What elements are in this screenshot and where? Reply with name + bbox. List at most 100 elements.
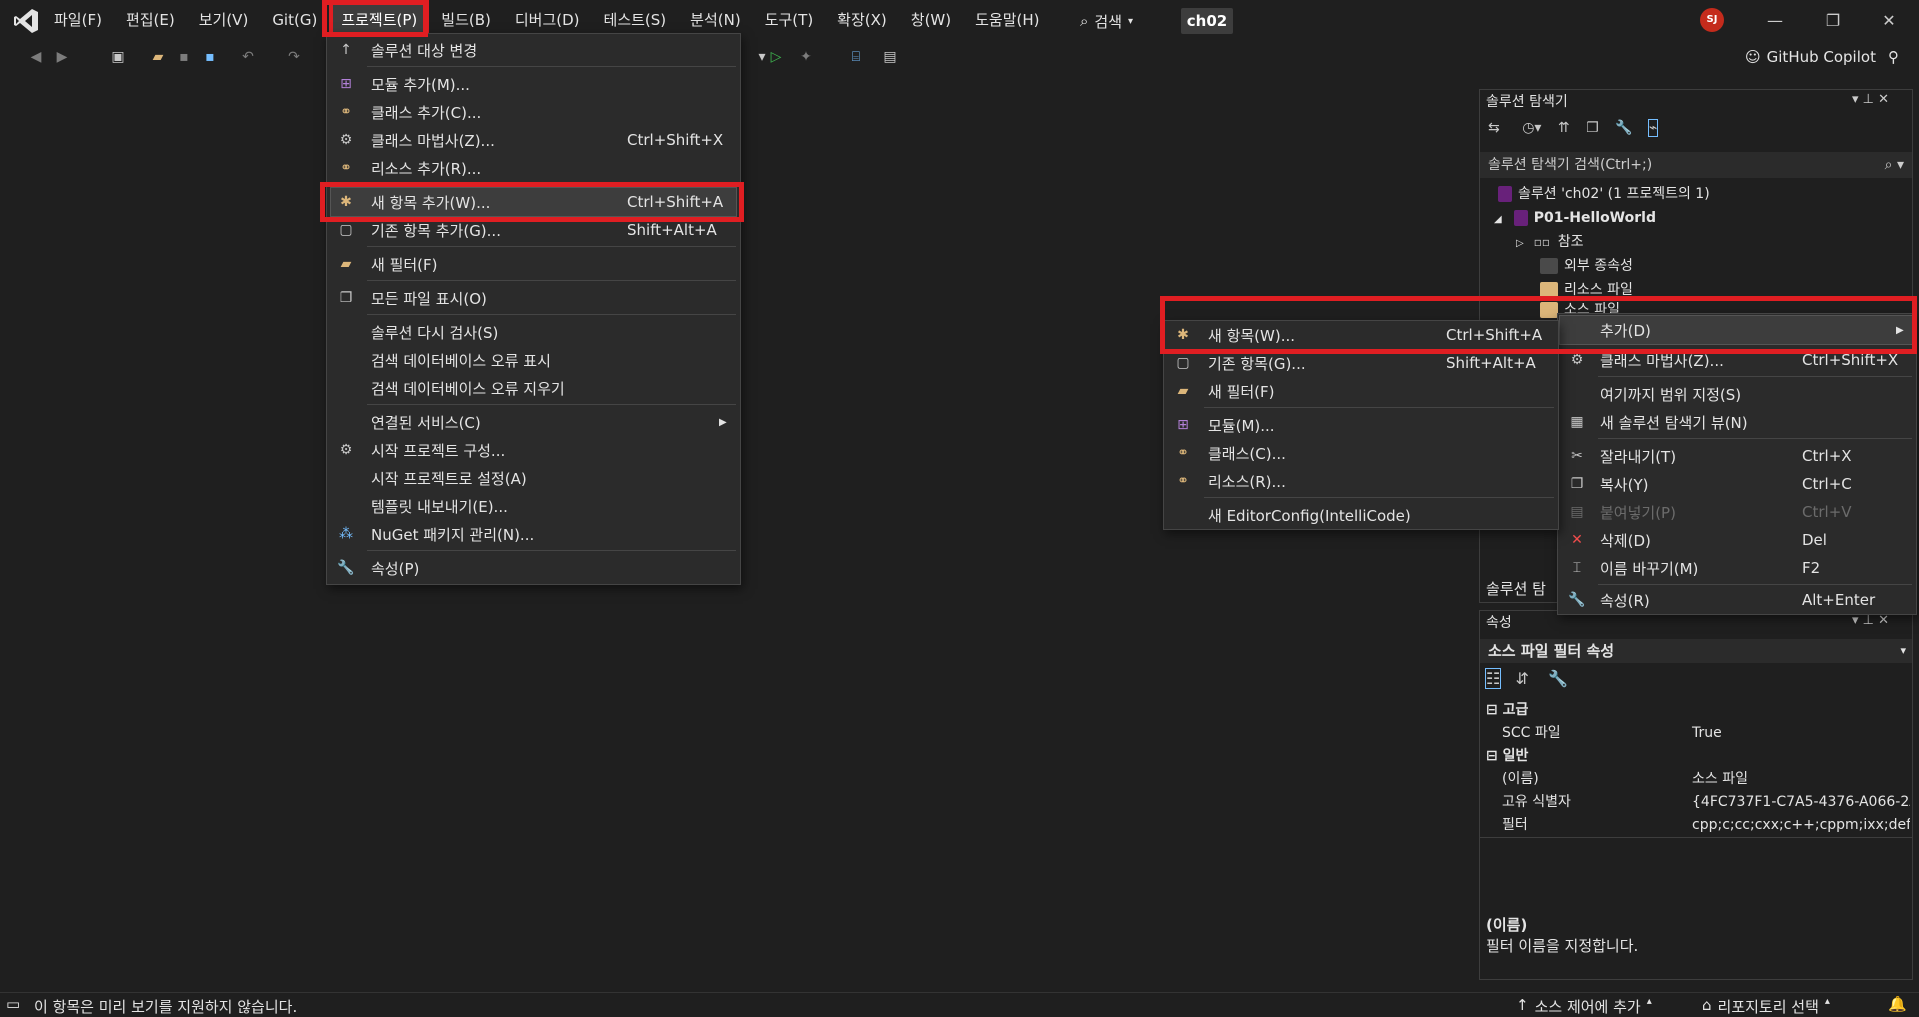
github-copilot-button[interactable]: ☺ GitHub Copilot ⚲ (1745, 46, 1899, 68)
show-all-files-icon[interactable]: ❐ (1586, 120, 1599, 136)
context-item-add[interactable]: 추가(D) ▶ (1559, 315, 1915, 345)
properties-subject-dropdown[interactable]: 소스 파일 필터 속성 ▾ (1480, 639, 1912, 663)
property-pages-icon[interactable]: 🔧 (1548, 669, 1568, 688)
properties-wrench-icon[interactable]: 🔧 (1615, 120, 1632, 136)
collapse-icon[interactable]: ⊟ (1486, 748, 1498, 764)
tree-item-external-deps[interactable]: 외부 종속성 (1480, 254, 1912, 278)
undo-icon[interactable]: ↶ (238, 47, 258, 67)
search-button[interactable]: ⌕ 검색 ▾ (1080, 8, 1133, 34)
menu-item-manage-nuget[interactable]: ⁂ NuGet 패키지 관리(N)... (327, 520, 740, 548)
visual-studio-logo-icon[interactable] (12, 7, 40, 35)
property-row[interactable]: SCC 파일 True (1480, 722, 1912, 745)
submenu-item-new-item[interactable]: ✱ 새 항목(W)... Ctrl+Shift+A (1164, 321, 1558, 349)
pin-icon[interactable]: ▾ ⊥ ✕ (1852, 92, 1889, 107)
collapse-arrow-icon[interactable]: ▷ (1516, 238, 1524, 249)
restore-button[interactable]: ❐ (1810, 0, 1856, 41)
tree-item-references[interactable]: ▷ ▫▫ 참조 (1480, 230, 1912, 254)
menu-tools[interactable]: 도구(T) (753, 0, 825, 41)
menu-item-connected-services[interactable]: 연결된 서비스(C) ▶ (327, 408, 740, 436)
collapse-all-icon[interactable]: ⇈ (1558, 120, 1570, 136)
alphabetical-icon[interactable]: ⇵ (1515, 669, 1528, 688)
menu-extensions[interactable]: 확장(X) (825, 0, 899, 41)
source-control-button[interactable]: ↑ 소스 제어에 추가 ▴ (1516, 996, 1652, 1017)
menu-item-add-new-item[interactable]: ✱ 새 항목 추가(W)... Ctrl+Shift+A (330, 187, 737, 217)
collapse-icon[interactable]: ⊟ (1486, 702, 1498, 718)
menu-item-export-template[interactable]: 템플릿 내보내기(E)... (327, 492, 740, 520)
menu-git[interactable]: Git(G) (260, 0, 329, 41)
submenu-item-editorconfig[interactable]: 새 EditorConfig(IntelliCode) (1164, 501, 1558, 529)
menu-item-label: 리소스 추가(R)... (371, 159, 482, 178)
menu-item-show-all-files[interactable]: ❐ 모든 파일 표시(O) (327, 284, 740, 312)
menu-item-clear-db-errors[interactable]: 검색 데이터베이스 오류 지우기 (327, 374, 740, 402)
tree-item-project[interactable]: ◢ P01-HelloWorld (1480, 206, 1912, 230)
redo-icon[interactable]: ↷ (284, 47, 304, 67)
menu-item-add-existing-item[interactable]: ▢ 기존 항목 추가(G)... Shift+Alt+A (327, 216, 740, 244)
menu-item-properties[interactable]: 🔧 속성(P) (327, 554, 740, 582)
context-item-new-explorer-view[interactable]: ▦ 새 솔루션 탐색기 뷰(N) (1558, 408, 1916, 436)
context-item-scope-to-this[interactable]: 여기까지 범위 지정(S) (1558, 380, 1916, 408)
context-item-cut[interactable]: ✂ 잘라내기(T) Ctrl+X (1558, 442, 1916, 470)
categorized-icon[interactable]: ☷ (1484, 668, 1502, 689)
category-advanced[interactable]: ⊟ 고급 (1480, 699, 1912, 722)
context-item-class-wizard[interactable]: ⚙ 클래스 마법사(Z)... Ctrl+Shift+X (1558, 346, 1916, 374)
expand-arrow-icon[interactable]: ◢ (1494, 214, 1502, 225)
avatar[interactable]: SJ (1700, 8, 1724, 32)
feedback-icon[interactable]: ⚲ (1888, 48, 1899, 66)
menu-item-add-class[interactable]: ⚭ 클래스 추가(C)... (327, 98, 740, 126)
close-window-button[interactable]: ✕ (1866, 0, 1912, 41)
context-item-rename[interactable]: ⌶ 이름 바꾸기(M) F2 (1558, 554, 1916, 582)
find-in-files-icon[interactable]: ⌸ (846, 47, 866, 67)
new-project-icon[interactable]: ▣ (108, 47, 128, 67)
submenu-item-new-filter[interactable]: ▰ 새 필터(F) (1164, 377, 1558, 405)
menu-help[interactable]: 도움말(H) (963, 0, 1051, 41)
start-without-debug-icon[interactable]: ▷ (766, 47, 786, 67)
submenu-item-class[interactable]: ⚭ 클래스(C)... (1164, 439, 1558, 467)
filter-folder-icon (1540, 302, 1558, 318)
menu-item-rescan-solution[interactable]: 솔루션 다시 검사(S) (327, 318, 740, 346)
property-row[interactable]: 고유 식별자 {4FC737F1-C7A5-4376-A066-2A3 (1480, 791, 1912, 814)
menu-item-class-wizard[interactable]: ⚙ 클래스 마법사(Z)... Ctrl+Shift+X (327, 126, 740, 154)
solution-explorer-tab[interactable]: 솔루션 탐 (1480, 576, 1560, 602)
history-icon[interactable]: ◷▾ (1522, 120, 1541, 136)
sync-icon[interactable]: ⇆ (1488, 120, 1500, 136)
category-general[interactable]: ⊟ 일반 (1480, 745, 1912, 768)
context-item-copy[interactable]: ❐ 복사(Y) Ctrl+C (1558, 470, 1916, 498)
menu-view[interactable]: 보기(V) (187, 0, 261, 41)
context-item-delete[interactable]: ✕ 삭제(D) Del (1558, 526, 1916, 554)
open-folder-icon[interactable]: ▰ (148, 47, 168, 67)
menu-item-retarget-solution[interactable]: ↑ 솔루션 대상 변경 (327, 36, 740, 64)
property-value[interactable]: cpp;c;cc;cxx;c++;cppm;ixx;def;odl (1692, 814, 1910, 837)
menu-item-add-resource[interactable]: ⚭ 리소스 추가(R)... (327, 154, 740, 182)
menu-file[interactable]: 파일(F) (42, 0, 114, 41)
hot-reload-icon[interactable]: ✦ (796, 47, 816, 67)
property-row[interactable]: (이름) 소스 파일 (1480, 768, 1912, 791)
tree-item-solution[interactable]: 솔루션 'ch02' (1 프로젝트의 1) (1480, 182, 1912, 206)
menu-edit[interactable]: 편집(E) (114, 0, 187, 41)
property-value[interactable]: True (1692, 722, 1722, 745)
menu-item-show-db-errors[interactable]: 검색 데이터베이스 오류 표시 (327, 346, 740, 374)
notification-bell-icon[interactable]: 🔔 (1888, 995, 1907, 1013)
save-all-icon[interactable]: ▪ (200, 47, 220, 67)
submenu-item-resource[interactable]: ⚭ 리소스(R)... (1164, 467, 1558, 495)
solution-search-input[interactable]: 솔루션 탐색기 검색(Ctrl+;) ⌕ ▾ (1480, 152, 1912, 178)
layout-icon[interactable]: ▤ (880, 47, 900, 67)
property-value[interactable]: 소스 파일 (1692, 768, 1748, 791)
property-row[interactable]: 필터 cpp;c;cc;cxx;c++;cppm;ixx;def;odl (1480, 814, 1912, 837)
project-name-badge[interactable]: ch02 (1181, 8, 1233, 34)
pin-icon[interactable]: ▾ ⊥ ✕ (1852, 613, 1889, 628)
back-icon[interactable]: ◀ (26, 47, 46, 67)
repository-button[interactable]: ⌂ 리포지토리 선택 ▴ (1702, 996, 1830, 1017)
forward-icon[interactable]: ▶ (52, 47, 72, 67)
minimize-button[interactable]: — (1752, 0, 1798, 41)
preview-icon[interactable]: ⌁ (1647, 119, 1659, 137)
save-icon[interactable]: ▪ (174, 47, 194, 67)
submenu-item-module[interactable]: ⊞ 모듈(M)... (1164, 411, 1558, 439)
menu-item-new-filter[interactable]: ▰ 새 필터(F) (327, 250, 740, 278)
menu-window[interactable]: 창(W) (899, 0, 963, 41)
menu-item-configure-startup[interactable]: ⚙ 시작 프로젝트 구성... (327, 436, 740, 464)
menu-item-set-startup[interactable]: 시작 프로젝트로 설정(A) (327, 464, 740, 492)
menu-item-add-module[interactable]: ⊞ 모듈 추가(M)... (327, 70, 740, 98)
property-value[interactable]: {4FC737F1-C7A5-4376-A066-2A3 (1692, 791, 1910, 814)
submenu-item-existing-item[interactable]: ▢ 기존 항목(G)... Shift+Alt+A (1164, 349, 1558, 377)
context-item-properties[interactable]: 🔧 속성(R) Alt+Enter (1558, 586, 1916, 614)
